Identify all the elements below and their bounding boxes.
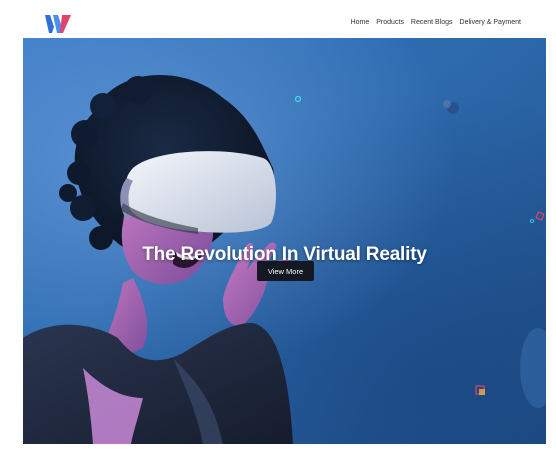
jacket-shape	[23, 323, 293, 444]
hero-banner: The Revolution In Virtual Reality View M…	[23, 38, 546, 444]
nav-item-recent-blogs[interactable]: Recent Blogs	[411, 19, 453, 26]
view-more-button[interactable]: View More	[257, 261, 314, 281]
curl-shape	[124, 76, 152, 104]
floating-dot-decor	[530, 219, 534, 223]
curl-shape	[71, 120, 99, 148]
curl-shape	[67, 161, 91, 185]
floating-square-decor	[479, 389, 485, 395]
nav-item-home[interactable]: Home	[351, 19, 370, 26]
main-nav: Home Products Recent Blogs Delivery & Pa…	[351, 19, 521, 26]
curl-shape	[59, 184, 77, 202]
floating-ring-decor	[294, 95, 302, 103]
site-header: Home Products Recent Blogs Delivery & Pa…	[0, 0, 556, 40]
floating-square-decor	[535, 211, 545, 221]
floating-blob-decor	[520, 328, 546, 408]
floating-sphere-decor	[443, 100, 451, 108]
w-logo-icon[interactable]	[45, 15, 71, 33]
vr-headset-woman-photo	[23, 75, 546, 444]
nav-item-products[interactable]: Products	[376, 19, 404, 26]
nav-item-delivery-payment[interactable]: Delivery & Payment	[460, 19, 521, 26]
curl-shape	[90, 93, 116, 119]
